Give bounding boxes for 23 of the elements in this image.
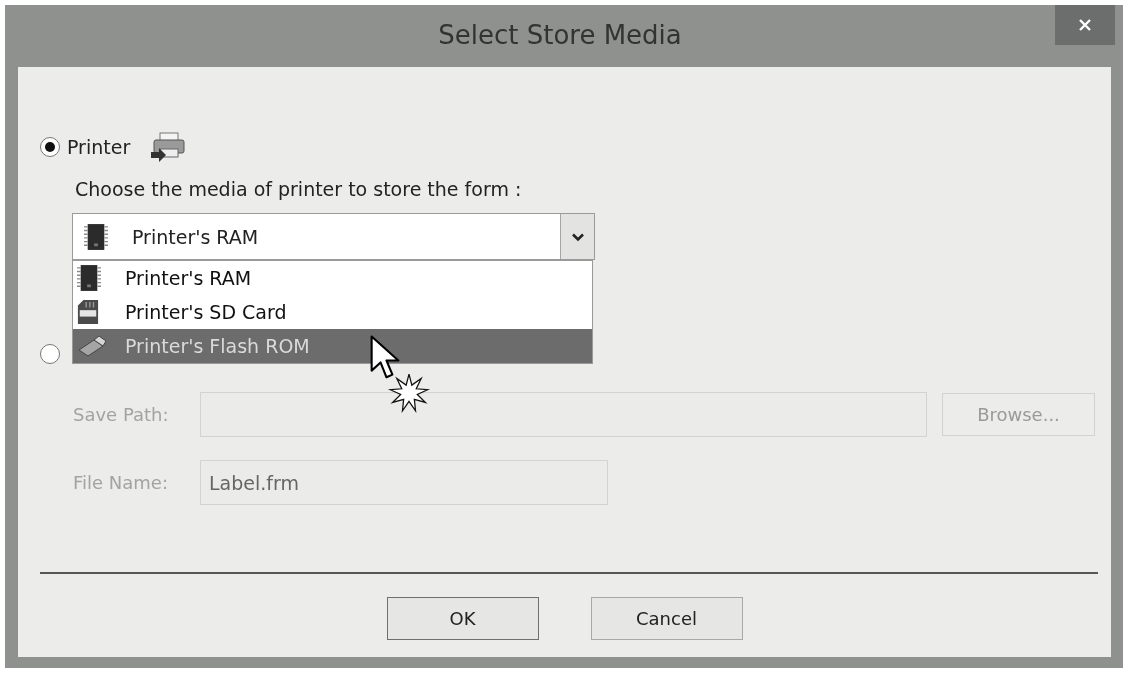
prompt-text: Choose the media of printer to store the form : bbox=[75, 178, 522, 200]
dropdown-option[interactable]: Printer's SD Card bbox=[73, 295, 592, 329]
chevron-down-icon bbox=[570, 231, 585, 242]
field-label: File Name: bbox=[73, 472, 169, 493]
close-button[interactable] bbox=[1055, 5, 1115, 45]
dropdown-option[interactable]: Printer's Flash ROM bbox=[73, 329, 592, 363]
radio-button[interactable] bbox=[40, 344, 60, 364]
printer-icon bbox=[150, 132, 187, 162]
memory-chip-icon bbox=[84, 222, 108, 251]
sd-card-icon bbox=[77, 299, 99, 325]
memory-chip-icon bbox=[77, 264, 101, 292]
radio-label: Printer bbox=[67, 136, 131, 158]
close-icon bbox=[1078, 18, 1092, 32]
click-burst-icon bbox=[385, 373, 433, 413]
radio-button[interactable] bbox=[40, 137, 60, 157]
window-title: Select Store Media bbox=[438, 20, 682, 50]
field-label: Save Path: bbox=[73, 404, 170, 425]
dialog-button[interactable]: Cancel bbox=[590, 597, 743, 640]
flash-drive-icon bbox=[77, 335, 107, 357]
dropdown-button[interactable] bbox=[560, 214, 594, 259]
media-dropdown[interactable]: Printer's RAM bbox=[72, 213, 595, 260]
dropdown-option[interactable]: Printer's RAM bbox=[73, 261, 592, 295]
dialog-button[interactable]: OK bbox=[386, 597, 539, 640]
